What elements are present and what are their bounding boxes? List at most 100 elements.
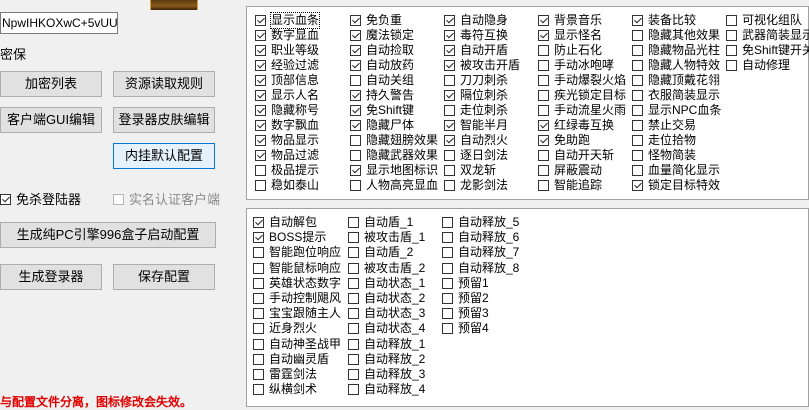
option-checkbox[interactable]: 显示怪名: [538, 28, 602, 43]
option-checkbox[interactable]: 毒符互换: [444, 28, 508, 43]
option-checkbox[interactable]: 自动开天斩: [538, 148, 614, 163]
option-checkbox[interactable]: 自动捡取: [350, 43, 414, 58]
option-checkbox[interactable]: 手动流星火雨: [538, 103, 626, 118]
option-checkbox[interactable]: 隐藏尸体: [350, 118, 414, 133]
option-checkbox[interactable]: 手动控制飓风: [253, 291, 341, 306]
option-checkbox[interactable]: 自动状态_1: [348, 276, 425, 291]
option-checkbox[interactable]: 自动放药: [350, 58, 414, 73]
option-checkbox[interactable]: 隐藏称号: [255, 103, 319, 118]
option-checkbox[interactable]: 被攻击开盾: [444, 58, 520, 73]
option-checkbox[interactable]: 被攻击盾_1: [348, 230, 425, 245]
option-checkbox[interactable]: 走位刺杀: [444, 103, 508, 118]
option-checkbox[interactable]: 隐藏顶戴花翎: [632, 73, 720, 88]
option-checkbox[interactable]: 自动状态_4: [348, 321, 425, 336]
option-checkbox[interactable]: 疾光锁定目标: [538, 88, 626, 103]
option-checkbox[interactable]: 预留2: [442, 291, 489, 306]
option-checkbox[interactable]: 怪物简装: [632, 148, 696, 163]
plugin-default-config-button[interactable]: 内挂默认配置: [113, 143, 215, 169]
option-checkbox[interactable]: 顶部信息: [255, 73, 319, 88]
option-checkbox[interactable]: 自动盾_1: [348, 215, 413, 230]
option-checkbox[interactable]: 稳如泰山: [255, 178, 319, 193]
realname-client-checkbox[interactable]: 实名认证客户端: [113, 192, 220, 207]
option-checkbox[interactable]: 免Shift键开关: [726, 43, 809, 58]
option-checkbox[interactable]: 走位拾物: [632, 133, 696, 148]
option-checkbox[interactable]: 智能半月: [444, 118, 508, 133]
option-checkbox[interactable]: 隐藏武器效果: [350, 148, 438, 163]
option-checkbox[interactable]: 锁定目标特效: [632, 178, 720, 193]
save-config-button[interactable]: 保存配置: [113, 264, 215, 290]
option-checkbox[interactable]: 人物高亮显血: [350, 178, 438, 193]
resource-rules-button[interactable]: 资源读取规则: [113, 71, 215, 97]
option-checkbox[interactable]: 被攻击盾_2: [348, 261, 425, 276]
option-checkbox[interactable]: 血量简化显示: [632, 163, 720, 178]
gen-launcher-button[interactable]: 生成登录器: [0, 264, 102, 290]
option-checkbox[interactable]: 自动释放_6: [442, 230, 519, 245]
option-checkbox[interactable]: 逐日剑法: [444, 148, 508, 163]
option-checkbox[interactable]: 免负重: [350, 13, 402, 28]
option-checkbox[interactable]: 预留1: [442, 276, 489, 291]
option-checkbox[interactable]: 数字显血: [255, 28, 319, 43]
option-checkbox[interactable]: 隔位刺杀: [444, 88, 508, 103]
option-checkbox[interactable]: 双龙斩: [444, 163, 496, 178]
option-checkbox[interactable]: 免助跑: [538, 133, 590, 148]
option-checkbox[interactable]: 自动释放_1: [348, 337, 425, 352]
option-checkbox[interactable]: 禁止交易: [632, 118, 696, 133]
client-gui-edit-button[interactable]: 客户端GUI编辑: [0, 107, 102, 133]
option-checkbox[interactable]: 智能鼠标响应: [253, 261, 341, 276]
option-checkbox[interactable]: 红绿毒互换: [538, 118, 614, 133]
option-checkbox[interactable]: 自动修理: [726, 58, 790, 73]
option-checkbox[interactable]: 雷霆剑法: [253, 367, 317, 382]
option-checkbox[interactable]: 自动状态_3: [348, 306, 425, 321]
option-checkbox[interactable]: 经验过滤: [255, 58, 319, 73]
option-checkbox[interactable]: 显示血条: [255, 12, 321, 29]
option-checkbox[interactable]: 自动开盾: [444, 43, 508, 58]
option-checkbox[interactable]: 自动关组: [350, 73, 414, 88]
option-checkbox[interactable]: 物品过滤: [255, 148, 319, 163]
option-checkbox[interactable]: 隐藏翅膀效果: [350, 133, 438, 148]
option-checkbox[interactable]: 宝宝跟随主人: [253, 306, 341, 321]
option-checkbox[interactable]: 显示人名: [255, 88, 319, 103]
option-checkbox[interactable]: 自动释放_7: [442, 245, 519, 260]
option-checkbox[interactable]: 衣服简装显示: [632, 88, 720, 103]
option-checkbox[interactable]: 手动爆裂火焰: [538, 73, 626, 88]
option-checkbox[interactable]: 背景音乐: [538, 13, 602, 28]
option-checkbox[interactable]: 极品提示: [255, 163, 319, 178]
option-checkbox[interactable]: 预留3: [442, 306, 489, 321]
option-checkbox[interactable]: 自动释放_5: [442, 215, 519, 230]
option-checkbox[interactable]: 防止石化: [538, 43, 602, 58]
option-checkbox[interactable]: 手动冰咆哮: [538, 58, 614, 73]
option-checkbox[interactable]: 自动释放_8: [442, 261, 519, 276]
option-checkbox[interactable]: 自动幽灵盾: [253, 352, 329, 367]
option-checkbox[interactable]: 英雄状态数字: [253, 276, 341, 291]
option-checkbox[interactable]: 近身烈火: [253, 321, 317, 336]
option-checkbox[interactable]: 武器简装显示: [726, 28, 809, 43]
option-checkbox[interactable]: 预留4: [442, 321, 489, 336]
option-checkbox[interactable]: 智能跑位响应: [253, 245, 341, 260]
option-checkbox[interactable]: 纵横剑术: [253, 382, 317, 397]
option-checkbox[interactable]: 自动解包: [253, 215, 317, 230]
option-checkbox[interactable]: 屏蔽震动: [538, 163, 602, 178]
option-checkbox[interactable]: 隐藏物品光柱: [632, 43, 720, 58]
option-checkbox[interactable]: 自动释放_3: [348, 367, 425, 382]
option-checkbox[interactable]: 自动盾_2: [348, 245, 413, 260]
option-checkbox[interactable]: 隐藏人物特效: [632, 58, 720, 73]
option-checkbox[interactable]: 自动释放_4: [348, 382, 425, 397]
option-checkbox[interactable]: 可视化组队: [726, 13, 802, 28]
option-checkbox[interactable]: 魔法锁定: [350, 28, 414, 43]
option-checkbox[interactable]: 数字飘血: [255, 118, 319, 133]
key-field[interactable]: NpwIHKOXwC+5vUUH: [0, 12, 118, 34]
option-checkbox[interactable]: 职业等级: [255, 43, 319, 58]
no-kill-launcher-checkbox[interactable]: 免杀登陆器: [0, 192, 81, 207]
option-checkbox[interactable]: 显示NPC血条: [632, 103, 721, 118]
option-checkbox[interactable]: BOSS提示: [253, 230, 326, 245]
option-checkbox[interactable]: 装备比较: [632, 13, 696, 28]
encrypt-list-button[interactable]: 加密列表: [0, 71, 102, 97]
option-checkbox[interactable]: 自动释放_2: [348, 352, 425, 367]
launcher-skin-edit-button[interactable]: 登录器皮肤编辑: [113, 107, 215, 133]
option-checkbox[interactable]: 刀刀刺杀: [444, 73, 508, 88]
option-checkbox[interactable]: 智能追踪: [538, 178, 602, 193]
option-checkbox[interactable]: 显示地图标识: [350, 163, 438, 178]
option-checkbox[interactable]: 隐藏其他效果: [632, 28, 720, 43]
option-checkbox[interactable]: 自动隐身: [444, 13, 508, 28]
option-checkbox[interactable]: 龙影剑法: [444, 178, 508, 193]
